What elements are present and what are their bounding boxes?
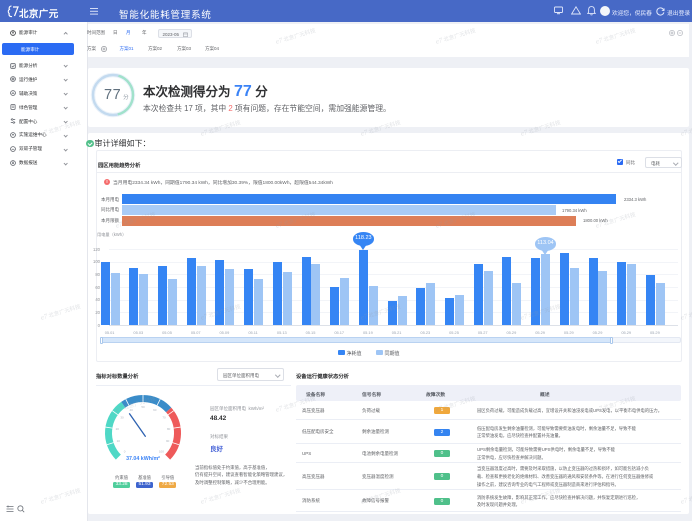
svg-text:100: 100 [159, 449, 164, 453]
svg-text:10: 10 [117, 439, 121, 443]
svg-text:20: 20 [116, 427, 120, 431]
svg-text:80: 80 [167, 427, 171, 431]
svg-text:30: 30 [120, 416, 124, 420]
svg-text:0: 0 [124, 449, 126, 453]
svg-text:60: 60 [153, 408, 157, 412]
svg-text:70: 70 [162, 416, 166, 420]
svg-text:90: 90 [166, 439, 170, 443]
